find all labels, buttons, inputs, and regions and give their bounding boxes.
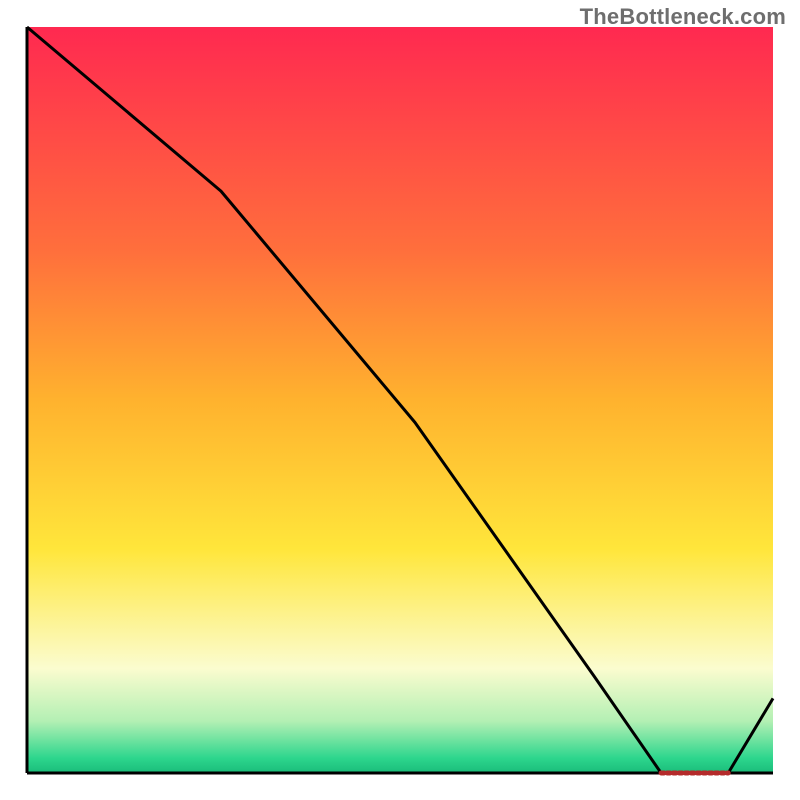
chart-svg — [0, 0, 800, 800]
gradient-background — [27, 27, 773, 773]
chart-container: TheBottleneck.com — [0, 0, 800, 800]
watermark-text: TheBottleneck.com — [580, 4, 786, 30]
